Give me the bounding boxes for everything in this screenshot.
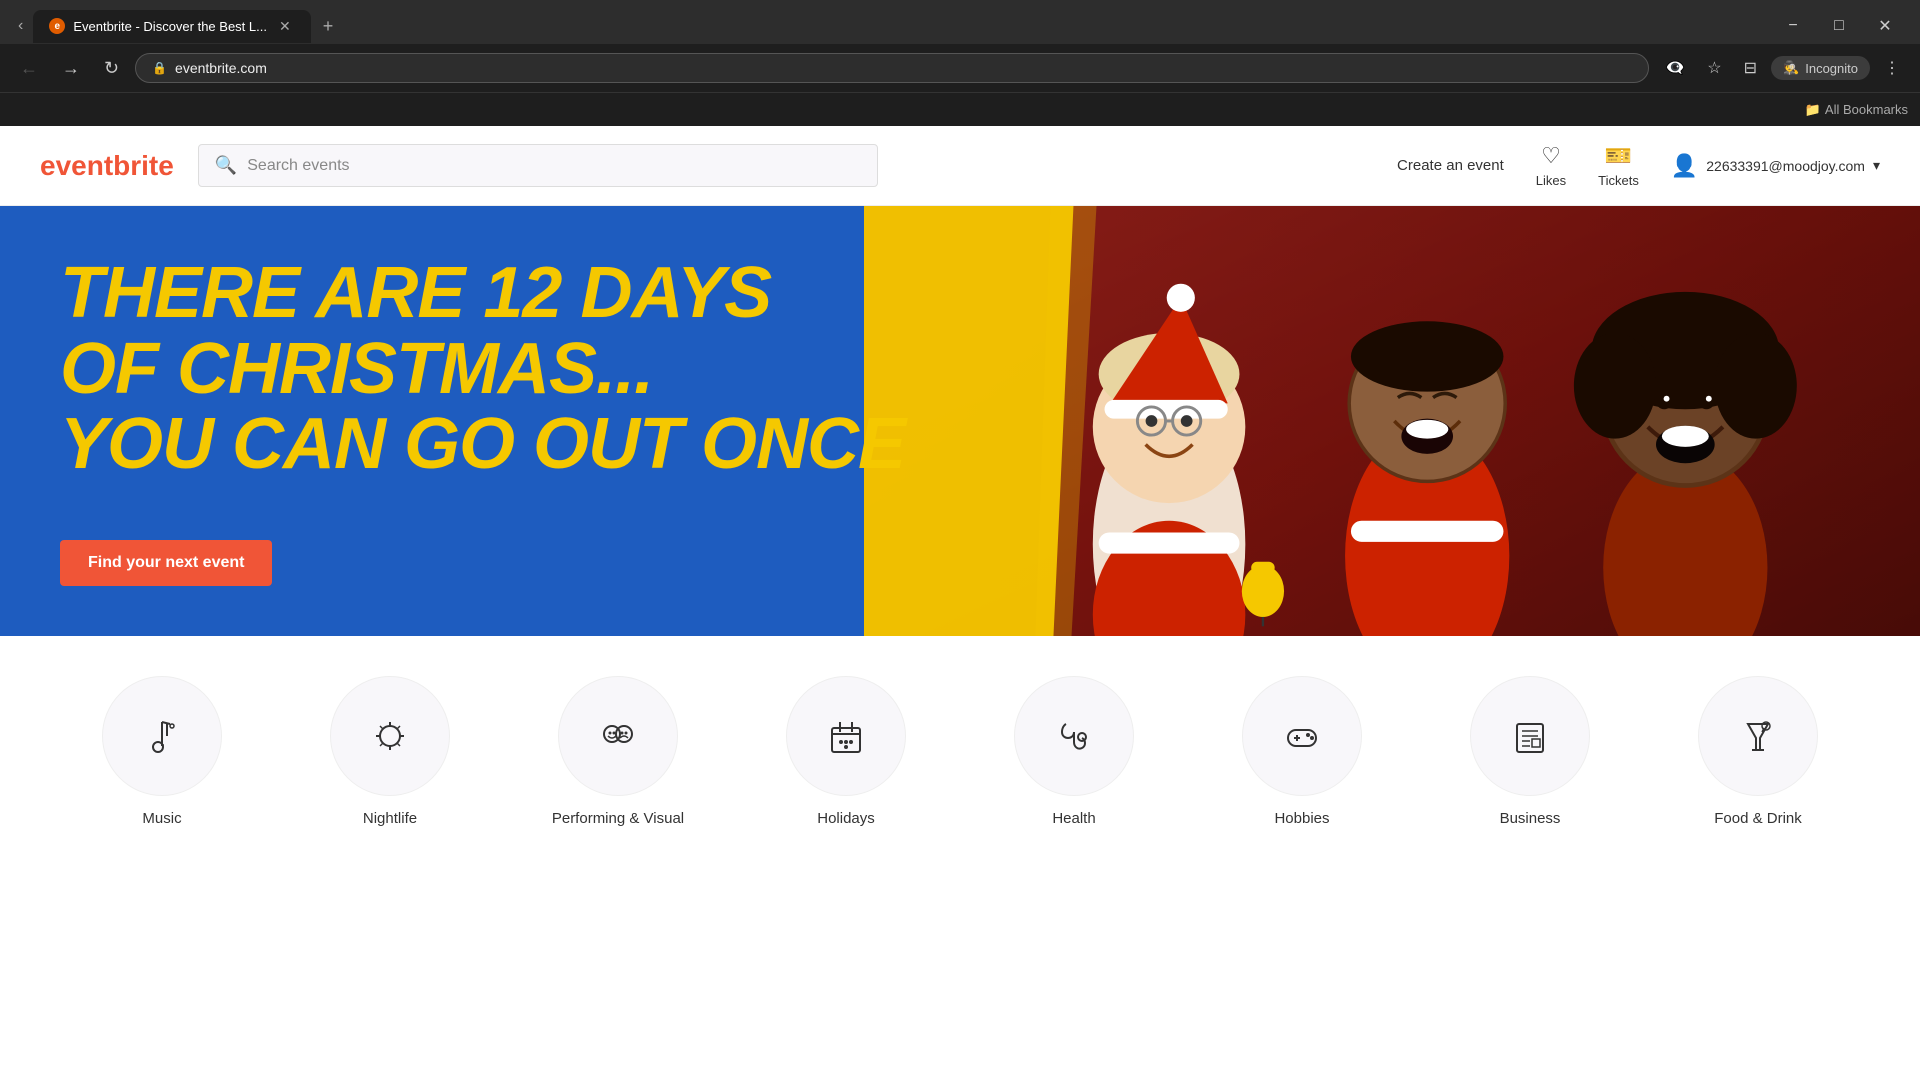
- category-performing[interactable]: Performing & Visual: [548, 676, 688, 827]
- maximize-button[interactable]: □: [1816, 10, 1862, 42]
- reload-button[interactable]: ↻: [96, 54, 127, 83]
- logo-text: ventbrite: [56, 150, 174, 182]
- header-actions: Create an event ♡ Likes 🎫 Tickets 👤 2263…: [1397, 143, 1880, 188]
- category-hobbies-label: Hobbies: [1274, 810, 1329, 827]
- category-food-drink[interactable]: Food & Drink: [1688, 676, 1828, 827]
- category-health-circle: [1014, 676, 1134, 796]
- category-business-circle: [1470, 676, 1590, 796]
- category-food-drink-circle: [1698, 676, 1818, 796]
- categories-section: Music Nightlife: [0, 636, 1920, 867]
- incognito-icon: 🕵: [1783, 60, 1799, 76]
- search-icon: 🔍: [215, 155, 237, 176]
- tab-title: Eventbrite - Discover the Best L...: [73, 19, 267, 34]
- bookmarks-folder-icon: 📁: [1805, 102, 1821, 118]
- user-menu[interactable]: 👤 22633391@moodjoy.com ▾: [1671, 153, 1880, 179]
- category-music-label: Music: [142, 810, 181, 827]
- category-nightlife-circle: [330, 676, 450, 796]
- minimize-button[interactable]: −: [1770, 10, 1816, 42]
- category-holidays[interactable]: Holidays: [776, 676, 916, 827]
- likes-label: Likes: [1536, 173, 1566, 188]
- find-event-button[interactable]: Find your next event: [60, 540, 272, 586]
- hero-text: THERE ARE 12 DAYS OF CHRISTMAS... YOU CA…: [60, 256, 996, 483]
- categories-grid: Music Nightlife: [60, 676, 1860, 827]
- hero-headline-line2: OF CHRISTMAS...: [60, 332, 996, 408]
- category-nightlife[interactable]: Nightlife: [320, 676, 460, 827]
- url-text: eventbrite.com: [175, 60, 267, 76]
- forward-button[interactable]: →: [54, 54, 88, 83]
- hero-headline-line3: YOU CAN GO OUT ONCE: [60, 407, 996, 483]
- ticket-icon: 🎫: [1605, 143, 1632, 169]
- chevron-down-icon: ▾: [1873, 157, 1880, 174]
- category-holidays-circle: [786, 676, 906, 796]
- site-header: e ventbrite 🔍 Search events Create an ev…: [0, 126, 1920, 206]
- user-icon: 👤: [1671, 153, 1698, 179]
- incognito-label: Incognito: [1805, 61, 1858, 76]
- heart-icon: ♡: [1541, 143, 1561, 169]
- bookmarks-label: All Bookmarks: [1825, 102, 1908, 117]
- security-icon: 🔒: [152, 61, 167, 75]
- back-button[interactable]: ←: [12, 54, 46, 83]
- category-music[interactable]: Music: [92, 676, 232, 827]
- likes-button[interactable]: ♡ Likes: [1536, 143, 1566, 188]
- tab-scroll-left[interactable]: ‹: [12, 13, 29, 39]
- tab-close-button[interactable]: ✕: [275, 16, 295, 37]
- category-hobbies-circle: [1242, 676, 1362, 796]
- more-options-button[interactable]: ⋮: [1876, 53, 1908, 83]
- search-bar[interactable]: 🔍 Search events: [198, 144, 878, 187]
- window-controls: − □ ✕: [1770, 10, 1908, 42]
- incognito-menu[interactable]: 🕵 Incognito: [1771, 56, 1870, 80]
- category-holidays-label: Holidays: [817, 810, 875, 827]
- category-performing-label: Performing & Visual: [552, 810, 684, 827]
- eye-slash-icon[interactable]: 👁‍🗨: [1657, 53, 1693, 83]
- all-bookmarks-link[interactable]: 📁 All Bookmarks: [1805, 102, 1908, 118]
- close-button[interactable]: ✕: [1862, 10, 1908, 42]
- hero-headline: THERE ARE 12 DAYS OF CHRISTMAS... YOU CA…: [60, 256, 996, 483]
- bookmark-star-icon[interactable]: ☆: [1699, 53, 1729, 83]
- category-performing-circle: [558, 676, 678, 796]
- logo-icon: e: [40, 150, 56, 182]
- category-music-circle: [102, 676, 222, 796]
- category-health[interactable]: Health: [1004, 676, 1144, 827]
- new-tab-button[interactable]: +: [315, 12, 342, 41]
- user-email: 22633391@moodjoy.com: [1706, 158, 1865, 174]
- tab-favicon: e: [49, 18, 65, 34]
- category-hobbies[interactable]: Hobbies: [1232, 676, 1372, 827]
- category-health-label: Health: [1052, 810, 1095, 827]
- create-event-link[interactable]: Create an event: [1397, 157, 1504, 174]
- search-placeholder: Search events: [247, 157, 349, 175]
- category-business-label: Business: [1500, 810, 1561, 827]
- logo[interactable]: e ventbrite: [40, 150, 174, 182]
- category-nightlife-label: Nightlife: [363, 810, 417, 827]
- tickets-label: Tickets: [1598, 173, 1639, 188]
- active-tab[interactable]: e Eventbrite - Discover the Best L... ✕: [33, 10, 310, 43]
- hero-banner: THERE ARE 12 DAYS OF CHRISTMAS... YOU CA…: [0, 206, 1920, 636]
- sidebar-icon[interactable]: ⊟: [1736, 53, 1765, 83]
- hero-content: THERE ARE 12 DAYS OF CHRISTMAS... YOU CA…: [0, 206, 1056, 636]
- tickets-button[interactable]: 🎫 Tickets: [1598, 143, 1639, 188]
- hero-headline-line1: THERE ARE 12 DAYS: [60, 256, 996, 332]
- category-business[interactable]: Business: [1460, 676, 1600, 827]
- category-food-drink-label: Food & Drink: [1714, 810, 1802, 827]
- hero-cta: Find your next event: [60, 540, 996, 586]
- address-bar[interactable]: 🔒 eventbrite.com: [135, 53, 1649, 83]
